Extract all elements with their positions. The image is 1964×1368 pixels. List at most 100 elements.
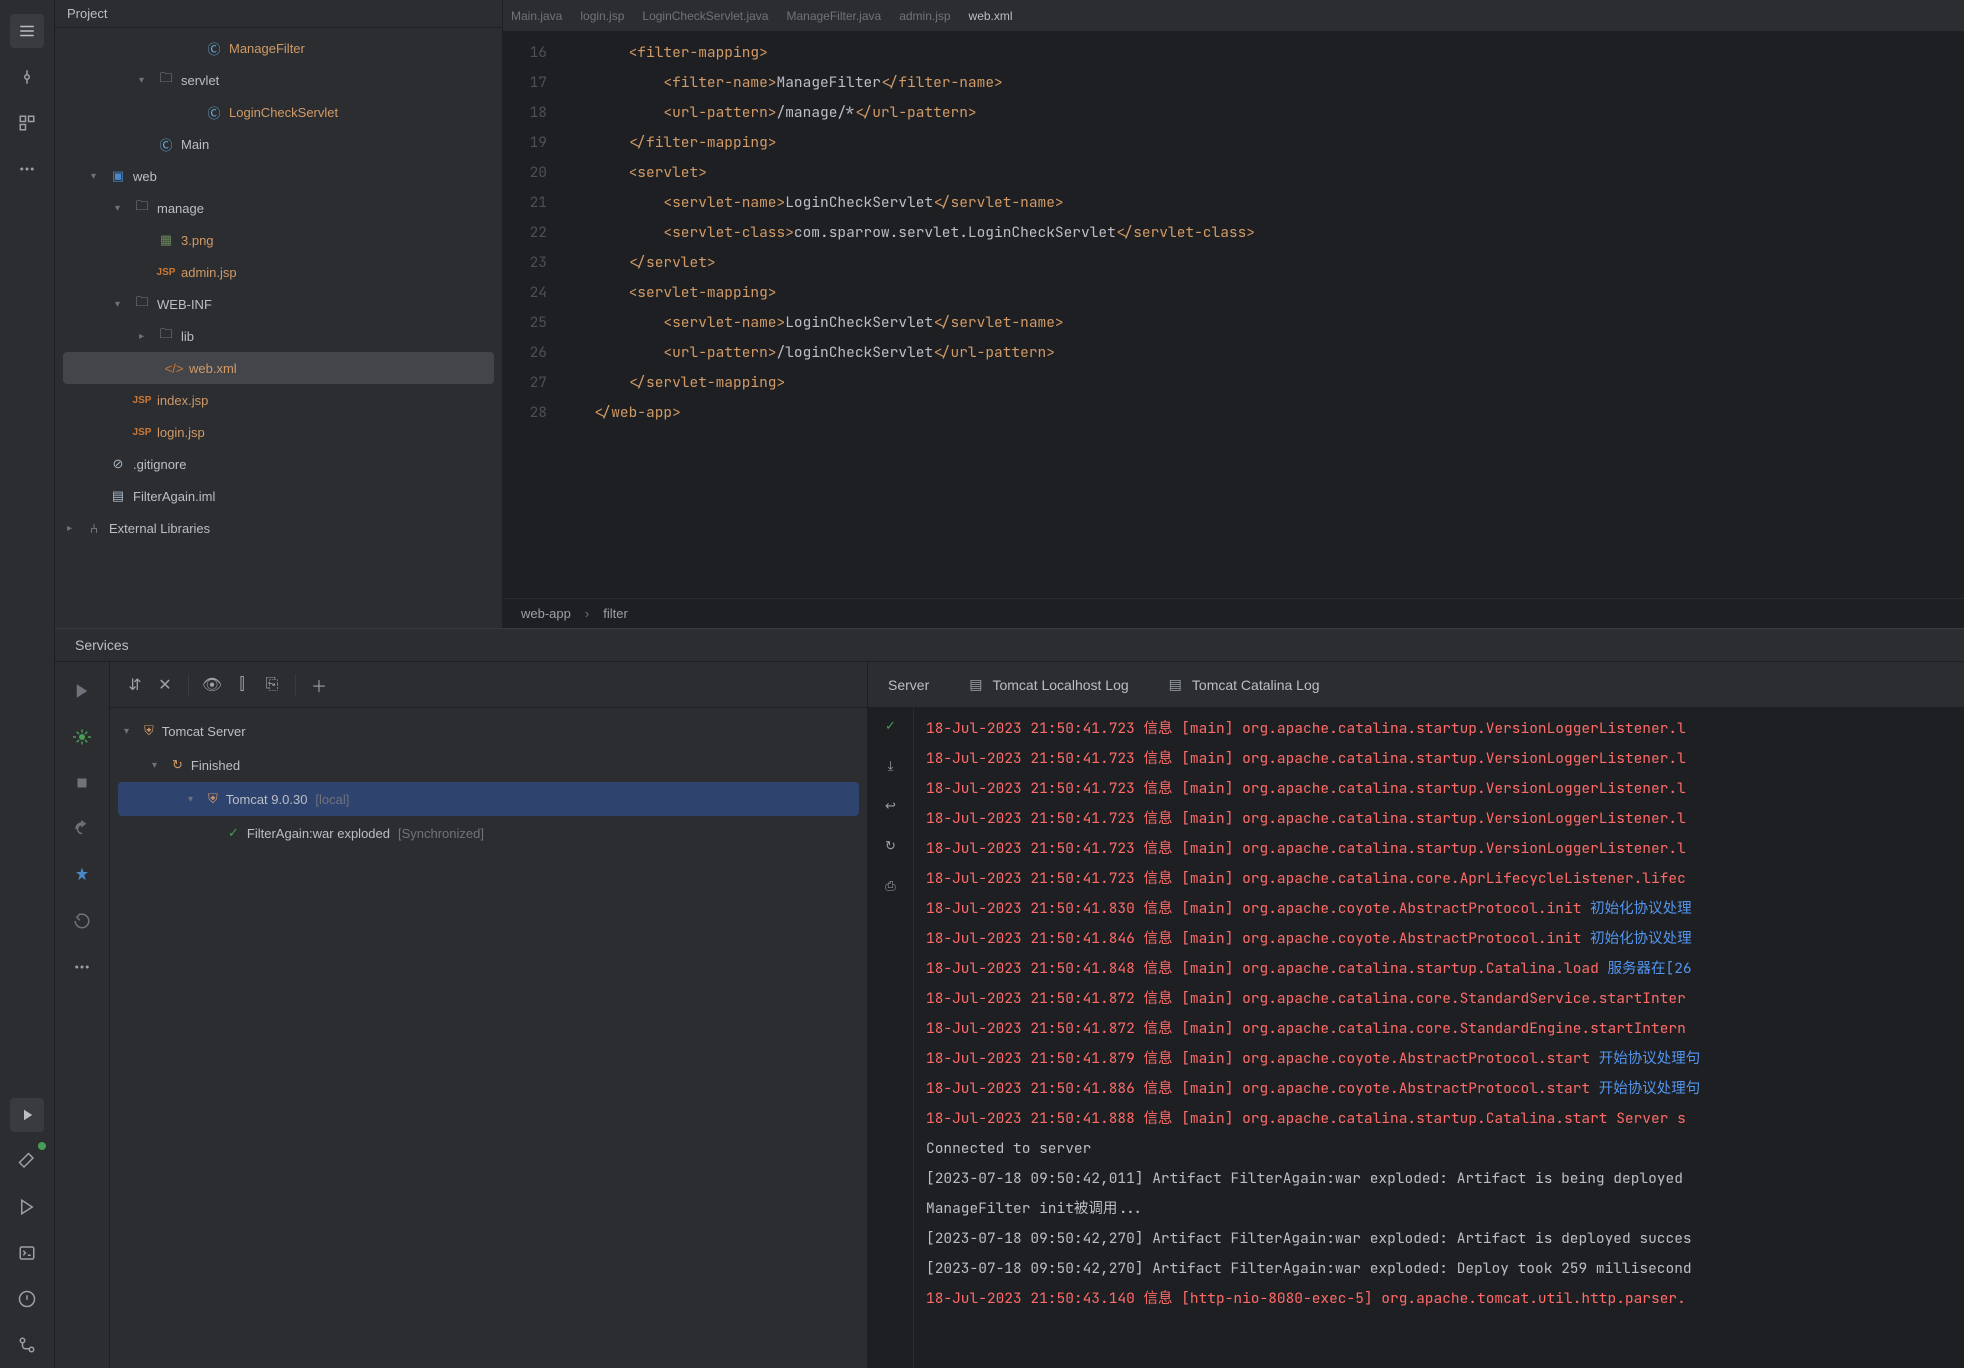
service-icon: ↻: [172, 757, 183, 773]
close-icon[interactable]: ✕: [152, 672, 178, 698]
tree-row[interactable]: JSPlogin.jsp: [55, 416, 502, 448]
artifact-icon[interactable]: [65, 858, 99, 892]
services-tree-label: Tomcat 9.0.30: [226, 792, 308, 807]
folder-icon: 🗀: [133, 197, 151, 219]
log-tab-bar[interactable]: Server ▤ Tomcat Localhost Log ▤ Tomcat C…: [868, 662, 1964, 708]
chevron-icon: [115, 299, 127, 310]
log-line: 18-Jul-2023 21:50:41.846 信息 [main] org.a…: [926, 924, 1964, 954]
tree-row[interactable]: 🗀lib: [55, 320, 502, 352]
log-line: 18-Jul-2023 21:50:41.723 信息 [main] org.a…: [926, 774, 1964, 804]
show-icon[interactable]: 👁: [199, 672, 225, 698]
code-view[interactable]: <filter-mapping> <filter-name>ManageFilt…: [559, 32, 1964, 598]
more-tool-icon[interactable]: [10, 152, 44, 186]
breadcrumb-item[interactable]: filter: [603, 606, 628, 621]
log-line: Connected to server: [926, 1134, 1964, 1164]
redeploy-icon[interactable]: [65, 812, 99, 846]
services-tree-label: FilterAgain:war exploded: [247, 826, 390, 841]
tree-row[interactable]: 🗀manage: [55, 192, 502, 224]
more-options-icon[interactable]: [65, 950, 99, 984]
tree-row[interactable]: 🗀WEB-INF: [55, 288, 502, 320]
run-icon[interactable]: [65, 674, 99, 708]
editor-body[interactable]: 16171819202122232425262728 <filter-mappi…: [503, 32, 1964, 598]
log-icon: ▤: [1169, 676, 1182, 693]
log-tab-localhost[interactable]: ▤ Tomcat Localhost Log: [969, 676, 1128, 693]
log-tab-catalina[interactable]: ▤ Tomcat Catalina Log: [1169, 676, 1320, 693]
tree-row[interactable]: ⑃External Libraries: [55, 512, 502, 544]
tree-item-label: LoginCheckServlet: [229, 105, 338, 120]
editor-tab-bar[interactable]: Main.java login.jsp LoginCheckServlet.java…: [503, 0, 1964, 32]
project-tool-icon[interactable]: [10, 14, 44, 48]
editor-tab[interactable]: admin.jsp: [899, 9, 950, 23]
tree-row[interactable]: ⊘.gitignore: [55, 448, 502, 480]
log-line: 18-Jul-2023 21:50:41.723 信息 [main] org.a…: [926, 834, 1964, 864]
project-panel-title[interactable]: Project: [55, 0, 502, 28]
img-icon: ▦: [157, 232, 175, 248]
breadcrumb-bar[interactable]: web-app › filter: [503, 598, 1964, 628]
filter-icon[interactable]: ⫿: [229, 672, 255, 698]
log-output[interactable]: 18-Jul-2023 21:50:41.723 信息 [main] org.a…: [914, 708, 1964, 1368]
log-line: 18-Jul-2023 21:50:41.723 信息 [main] org.a…: [926, 744, 1964, 774]
services-tree-row[interactable]: ✓FilterAgain:war exploded [Synchronized]: [110, 816, 867, 850]
stop-icon[interactable]: [65, 766, 99, 800]
tree-item-label: servlet: [181, 73, 219, 88]
add-icon[interactable]: ＋: [306, 672, 332, 698]
tree-row[interactable]: Ⓒ LoginCheckServlet: [55, 96, 502, 128]
expand-collapse-icon[interactable]: ⇵: [122, 672, 148, 698]
breadcrumb-item[interactable]: web-app: [521, 606, 571, 621]
services-tree-row[interactable]: ⛨Tomcat Server: [110, 714, 867, 748]
log-action-gutter: ✓ ⤓ ↩ ↻ ⎙: [868, 708, 914, 1368]
services-panel: Services: [55, 628, 1964, 1368]
xml-icon: </>: [165, 361, 183, 376]
class-icon: Ⓒ: [205, 103, 223, 122]
tree-row[interactable]: ▦3.png: [55, 224, 502, 256]
debug-icon[interactable]: [65, 720, 99, 754]
services-tree[interactable]: ⛨Tomcat Server↻Finished⛨Tomcat 9.0.30 [l…: [110, 708, 867, 1368]
group-icon[interactable]: ⎘: [259, 672, 285, 698]
services-panel-title[interactable]: Services: [55, 629, 1964, 662]
editor-tab[interactable]: web.xml: [969, 9, 1013, 23]
run-rail-icon[interactable]: [10, 1190, 44, 1224]
tree-row[interactable]: 🗀servlet: [55, 64, 502, 96]
editor-tab[interactable]: login.jsp: [580, 9, 624, 23]
check-icon[interactable]: ✓: [885, 718, 896, 734]
tree-row[interactable]: </>web.xml: [63, 352, 494, 384]
build-rail-icon[interactable]: [10, 1144, 44, 1178]
services-tree-row[interactable]: ⛨Tomcat 9.0.30 [local]: [118, 782, 859, 816]
log-line: 18-Jul-2023 21:50:41.723 信息 [main] org.a…: [926, 714, 1964, 744]
export-icon[interactable]: ⎙: [885, 878, 895, 894]
tree-row[interactable]: ▤FilterAgain.iml: [55, 480, 502, 512]
wrap-icon[interactable]: ↩: [885, 798, 896, 814]
structure-tool-icon[interactable]: [10, 106, 44, 140]
service-icon: ⛨: [144, 723, 154, 739]
log-line: 18-Jul-2023 21:50:41.723 信息 [main] org.a…: [926, 804, 1964, 834]
rerun-icon[interactable]: [65, 904, 99, 938]
project-tree[interactable]: ⒸManageFilter🗀servletⒸLoginCheckServletⒸ…: [55, 28, 502, 628]
tree-row[interactable]: ▣web: [55, 160, 502, 192]
log-tab-server[interactable]: Server: [888, 677, 929, 693]
tree-row[interactable]: JSPadmin.jsp: [55, 256, 502, 288]
tree-row[interactable]: ⒸMain: [55, 128, 502, 160]
log-line: 18-Jul-2023 21:50:41.872 信息 [main] org.a…: [926, 1014, 1964, 1044]
restart-icon[interactable]: ↻: [885, 838, 896, 854]
editor-tab[interactable]: ManageFilter.java: [786, 9, 881, 23]
editor-tab[interactable]: Main.java: [511, 9, 562, 23]
class-icon: Ⓒ: [157, 135, 175, 154]
jsp-icon: JSP: [133, 427, 151, 438]
terminal-rail-icon[interactable]: [10, 1236, 44, 1270]
project-panel: Project ⒸManageFilter🗀servletⒸLoginCheck…: [55, 0, 503, 628]
scroll-icon[interactable]: ⤓: [888, 758, 894, 774]
log-line: 18-Jul-2023 21:50:41.872 信息 [main] org.a…: [926, 984, 1964, 1014]
service-icon: ✓: [228, 825, 239, 841]
services-rail-icon[interactable]: [10, 1098, 44, 1132]
tree-row[interactable]: ⒸManageFilter: [55, 32, 502, 64]
log-line: 18-Jul-2023 21:50:41.886 信息 [main] org.a…: [926, 1074, 1964, 1104]
lib-icon: ⊘: [109, 456, 127, 472]
commit-tool-icon[interactable]: [10, 60, 44, 94]
services-tree-row[interactable]: ↻Finished: [110, 748, 867, 782]
tree-row[interactable]: JSPindex.jsp: [55, 384, 502, 416]
chevron-icon: [139, 75, 151, 86]
jsp-icon: JSP: [157, 267, 175, 278]
problems-rail-icon[interactable]: [10, 1282, 44, 1316]
editor-tab[interactable]: LoginCheckServlet.java: [642, 9, 768, 23]
vcs-rail-icon[interactable]: [10, 1328, 44, 1362]
